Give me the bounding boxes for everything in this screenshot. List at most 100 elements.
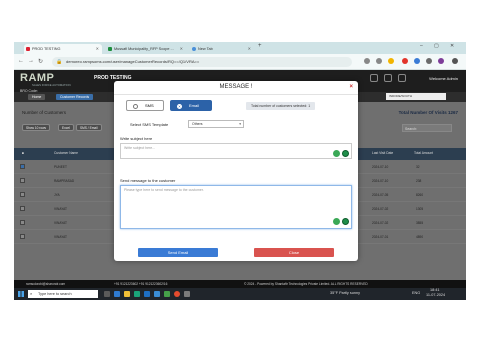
- sms-email-button[interactable]: SMS / Email: [76, 124, 102, 131]
- minimize-icon[interactable]: –: [420, 43, 423, 49]
- row-checkbox[interactable]: [20, 206, 25, 211]
- close-icon[interactable]: ×: [349, 84, 353, 90]
- close-window-icon[interactable]: ✕: [450, 43, 454, 49]
- message-label: Send message to the customer: [120, 178, 176, 183]
- sync-icon[interactable]: [384, 74, 392, 82]
- last-visit-date: 2024-07-10: [372, 179, 389, 183]
- total-visits: Total Number Of Visits 1267: [398, 110, 458, 115]
- subject-input[interactable]: Write subject here...: [120, 143, 352, 159]
- location-pin-icon[interactable]: [333, 218, 340, 225]
- url-input[interactable]: 🔒 demoreo.rampsoms.com/user/manageCustom…: [52, 57, 352, 67]
- sheets-favicon-icon: [108, 47, 112, 51]
- tab-label: Mussafi Municipality_RFP Scope ...: [114, 47, 174, 51]
- region-select[interactable]: INDORE/SOUTH: [386, 93, 446, 100]
- windows-start-icon[interactable]: [18, 291, 24, 297]
- message-textarea[interactable]: Please type here to send message to the …: [120, 185, 352, 229]
- chevron-down-icon: ▾: [239, 122, 241, 126]
- sms-template-select[interactable]: Others ▾: [188, 120, 244, 128]
- column-header[interactable]: Total Amount: [414, 151, 433, 155]
- clock-date[interactable]: 11-07-2024: [426, 293, 445, 298]
- weather-status[interactable]: 35°F Partly sunny: [330, 291, 360, 296]
- breadcrumb-home[interactable]: Home: [28, 94, 46, 100]
- modal-header: MESSAGE ! ×: [114, 81, 358, 95]
- reload-icon[interactable]: ↻: [38, 58, 43, 65]
- row-checkbox[interactable]: [20, 220, 25, 225]
- language-indicator[interactable]: ENG: [412, 291, 420, 296]
- row-checkbox[interactable]: [20, 234, 25, 239]
- task-view-icon[interactable]: [104, 291, 110, 297]
- select-all-checkbox[interactable]: ■: [22, 151, 24, 155]
- grammar-assistant-icon[interactable]: [342, 150, 349, 157]
- profile-avatar-icon[interactable]: [438, 58, 444, 64]
- close-tab-icon[interactable]: ✕: [248, 44, 251, 54]
- column-header[interactable]: Customer Name: [54, 151, 78, 155]
- rows-per-page-button[interactable]: Show 10 rows: [22, 124, 51, 131]
- email-radio[interactable]: [177, 103, 182, 109]
- excel-button[interactable]: Excel: [58, 124, 74, 131]
- share-icon[interactable]: [376, 58, 382, 64]
- footer-email[interactable]: ramsolorobi@sharondr.com: [26, 280, 65, 288]
- email-option-label: Email: [189, 103, 200, 108]
- file-explorer-icon[interactable]: [124, 291, 130, 297]
- ramp-favicon-icon: [26, 47, 30, 51]
- close-button[interactable]: Close: [254, 248, 334, 257]
- customer-name: RAMPRASAD: [54, 179, 75, 183]
- new-tab-button[interactable]: +: [258, 43, 262, 49]
- row-checkbox[interactable]: [20, 178, 25, 183]
- logo-tagline: SALES FORCE AUTOMATION: [32, 83, 71, 87]
- breadcrumb-customer-records[interactable]: Customer Records: [56, 94, 94, 100]
- browser-tab-active[interactable]: PROD TESTING ✕: [24, 44, 102, 54]
- extension-icon[interactable]: [402, 58, 408, 64]
- customer-name: VINAYAT: [54, 235, 67, 239]
- extension-icon[interactable]: [414, 58, 420, 64]
- extensions-puzzle-icon[interactable]: [426, 58, 432, 64]
- whatsapp-icon[interactable]: [164, 291, 170, 297]
- settings-gear-icon[interactable]: [184, 291, 190, 297]
- app-icon[interactable]: [154, 291, 160, 297]
- power-icon[interactable]: [398, 74, 406, 82]
- row-checkbox[interactable]: [20, 164, 25, 169]
- row-checkbox[interactable]: [20, 192, 25, 197]
- search-input[interactable]: Search:: [402, 124, 452, 132]
- address-bar-row: ← → ↻ 🔒 demoreo.rampsoms.com/user/manage…: [14, 54, 466, 70]
- back-icon[interactable]: ←: [18, 58, 24, 64]
- search-icon: ⌕: [30, 291, 33, 296]
- close-tab-icon[interactable]: ✕: [96, 44, 99, 54]
- send-email-button[interactable]: Send Email: [138, 248, 218, 257]
- column-header[interactable]: Last Visit Date: [372, 151, 393, 155]
- email-option[interactable]: Email: [170, 100, 212, 111]
- chart-icon[interactable]: [370, 74, 378, 82]
- store-icon[interactable]: [134, 291, 140, 297]
- location-pin-icon[interactable]: [333, 150, 340, 157]
- customer-name: VINAYAT: [54, 221, 67, 225]
- edge-icon[interactable]: [114, 291, 120, 297]
- browser-tab[interactable]: Mussafi Municipality_RFP Scope ... ✕: [106, 44, 186, 54]
- sms-option[interactable]: SMS: [126, 100, 164, 111]
- zoom-icon[interactable]: [364, 58, 370, 64]
- forward-icon[interactable]: →: [28, 58, 34, 64]
- footer-copyright: © 2024 - Powered by Shantaftr Technologi…: [244, 282, 368, 286]
- total-amount: 32: [416, 165, 420, 169]
- outlook-icon[interactable]: [144, 291, 150, 297]
- grammar-assistant-icon[interactable]: [342, 218, 349, 225]
- menu-kebab-icon[interactable]: [452, 58, 458, 64]
- total-amount: 3855: [416, 221, 424, 225]
- sms-option-label: SMS: [145, 103, 154, 108]
- last-visit-date: 2024-07-02: [372, 207, 389, 211]
- template-label: Select SMS Template: [130, 122, 169, 127]
- tab-label: New Tab: [198, 47, 213, 51]
- maximize-icon[interactable]: ▢: [434, 43, 439, 49]
- welcome-user[interactable]: Welcome Admin: [429, 76, 458, 81]
- chrome-icon[interactable]: [174, 291, 180, 297]
- close-tab-icon[interactable]: ✕: [180, 44, 183, 54]
- taskbar-search-input[interactable]: ⌕ Type here to search: [28, 290, 98, 298]
- taskbar: ⌕ Type here to search 35°F Partly sunny …: [14, 288, 466, 300]
- tab-label: PROD TESTING: [32, 47, 61, 51]
- bookmark-star-icon[interactable]: [388, 58, 394, 64]
- search-label: Search:: [405, 127, 418, 131]
- sms-radio[interactable]: [133, 103, 138, 109]
- browser-tabstrip: PROD TESTING ✕ Mussafi Municipality_RFP …: [14, 42, 466, 54]
- subject-placeholder: Write subject here...: [124, 146, 156, 150]
- last-visit-date: 2024-07-02: [372, 221, 389, 225]
- browser-tab[interactable]: New Tab ✕: [190, 44, 254, 54]
